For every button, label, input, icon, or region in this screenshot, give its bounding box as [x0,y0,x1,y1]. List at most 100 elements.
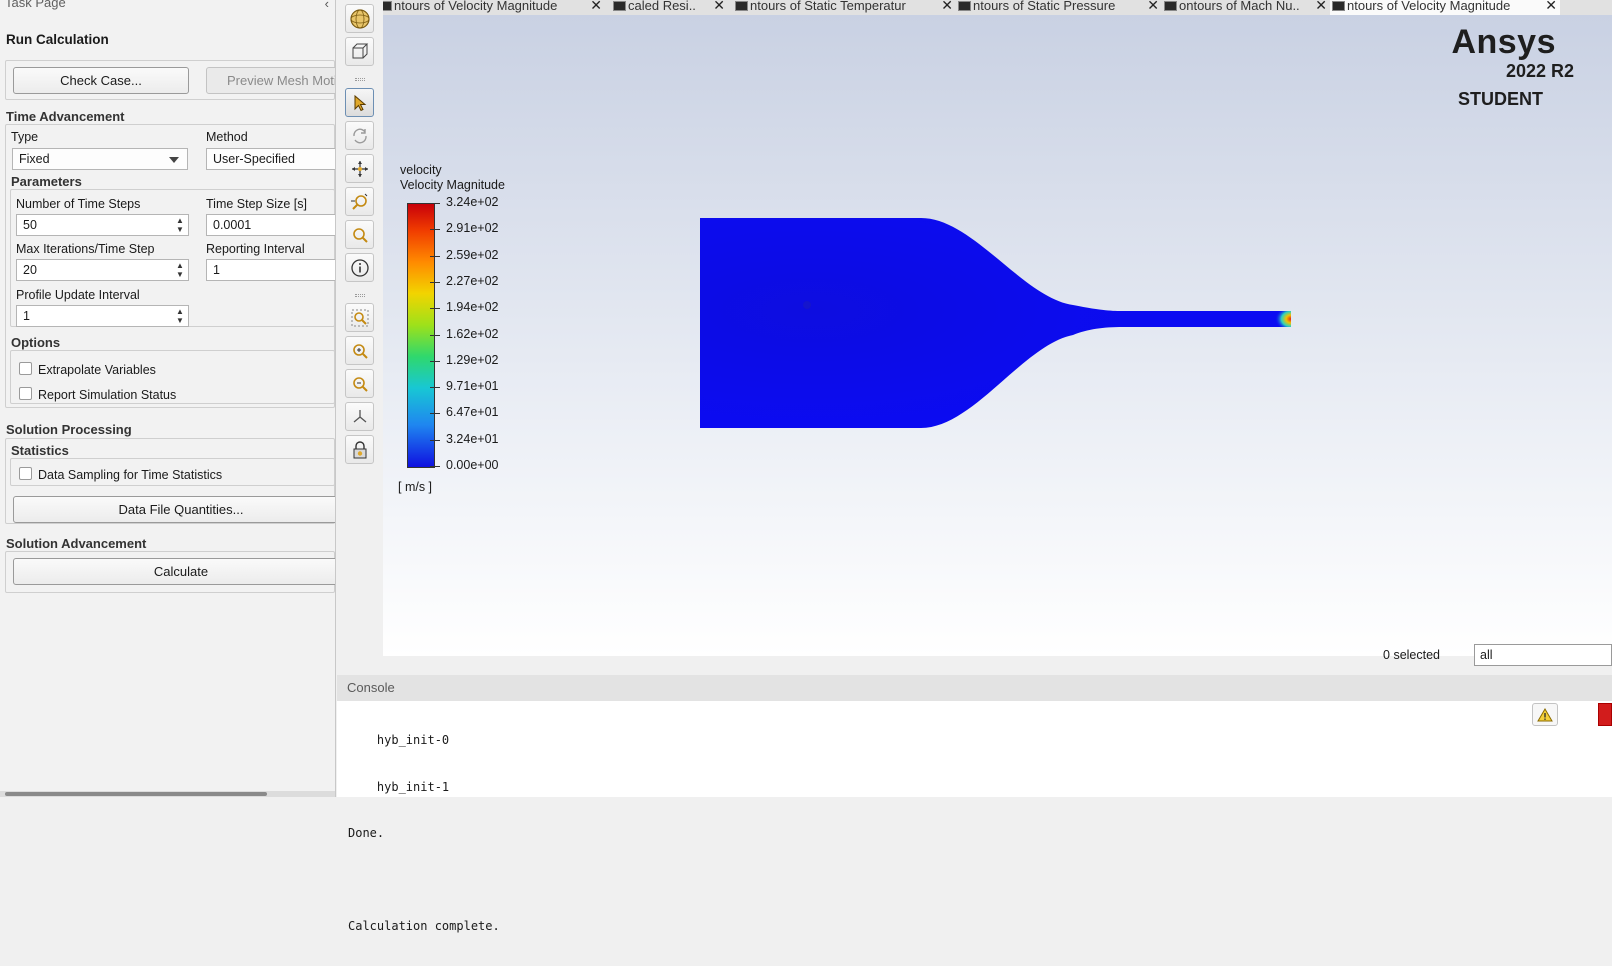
reporting-interval-input[interactable]: 1 [206,259,335,281]
close-icon[interactable]: ✕ [1147,0,1159,15]
close-icon[interactable]: ✕ [1545,0,1557,15]
max-iterations-input[interactable]: 20 ▲ ▼ [16,259,189,281]
horizontal-scrollbar[interactable] [0,791,335,797]
toolbar-grip [355,78,365,81]
data-sampling-checkbox[interactable] [19,467,32,480]
zoom-out-icon[interactable] [345,369,374,398]
tab-label: ntours of Velocity Magnitude [1347,0,1511,13]
tab-static-temperature[interactable]: ntours of Static Temperatur ✕ [733,0,956,15]
close-icon[interactable]: ✕ [1315,0,1327,15]
parameters-heading: Parameters [11,174,82,189]
pan-icon[interactable] [345,154,374,183]
check-case-button[interactable]: Check Case... [13,67,189,94]
task-page-panel: Task Page ‹ Run Calculation Check Case..… [0,0,336,797]
time-step-size-input[interactable]: 0.0001 [206,214,335,236]
contour-icon [735,1,748,11]
type-dropdown[interactable]: Fixed [12,148,188,170]
zoom-in-icon[interactable] [345,336,374,365]
calculate-button[interactable]: Calculate [13,558,335,585]
profile-update-value: 1 [23,309,30,323]
num-time-steps-input[interactable]: 50 ▲ ▼ [16,214,189,236]
console-line: Done. [348,826,385,840]
outlet-hot-zone [1271,311,1291,327]
report-simulation-status-label: Report Simulation Status [38,388,177,402]
cube-view-icon[interactable] [345,37,374,66]
selection-count: 0 selected [1383,648,1440,662]
data-sampling-label: Data Sampling for Time Statistics [38,468,223,482]
num-time-steps-label: Number of Time Steps [16,197,141,211]
tab-scaled-residuals[interactable]: caled Resi.. ✕ [611,0,728,15]
console-line: Calculation complete. [348,919,500,933]
warning-icon[interactable] [1532,703,1558,726]
profile-update-spinner[interactable]: ▲ ▼ [175,307,185,325]
preview-mesh-motion-button[interactable]: Preview Mesh Moti [206,67,335,94]
time-step-size-label: Time Step Size [s] [206,197,307,211]
zoom-fit-icon[interactable] [345,303,374,332]
close-icon[interactable]: ✕ [941,0,953,15]
page-title: Run Calculation [6,32,109,47]
time-step-size-value: 0.0001 [213,218,252,232]
info-icon[interactable] [345,253,374,282]
max-iterations-spinner[interactable]: ▲ ▼ [175,261,185,279]
contour-icon [1164,1,1177,11]
report-simulation-status-checkbox[interactable] [19,387,32,400]
graphics-toolbar [337,0,383,675]
console-line: hyb_init-1 [348,779,450,794]
method-dropdown[interactable]: User-Specified [206,148,335,170]
tab-mach-number[interactable]: ontours of Mach Nu.. ✕ [1162,0,1330,15]
max-iterations-value: 20 [23,263,37,277]
tab-velocity-magnitude-2[interactable]: ntours of Velocity Magnitude ✕ [1330,0,1560,15]
tab-label: ntours of Static Temperatur [750,0,906,13]
axes-icon[interactable] [345,402,374,431]
zoom-icon[interactable] [345,187,374,216]
extrapolate-variables-label: Extrapolate Variables [38,363,156,377]
graphics-tab-bar: ntours of Velocity Magnitude ✕ caled Res… [383,0,1612,15]
reporting-interval-value: 1 [213,263,220,277]
num-time-steps-spinner[interactable]: ▲ ▼ [175,216,185,234]
nozzle-body [700,218,1291,428]
close-icon[interactable]: ✕ [590,0,602,15]
type-dropdown-value: Fixed [19,152,50,166]
pointer-icon[interactable] [345,88,374,117]
inlet-low-velocity-spot [803,301,811,309]
profile-update-input[interactable]: 1 ▲ ▼ [16,305,189,327]
error-indicator-icon[interactable] [1598,703,1612,726]
contour-icon [613,1,626,11]
solution-advancement-heading: Solution Advancement [6,536,147,551]
options-heading: Options [11,335,61,350]
toolbar-grip [355,294,365,297]
extrapolate-variables-checkbox[interactable] [19,362,32,375]
solution-processing-heading: Solution Processing [6,422,132,437]
console-output[interactable]: hyb_init-0 hyb_init-1 Done. ​ Calculatio… [348,702,500,966]
sphere-icon[interactable] [345,4,374,33]
tab-velocity-magnitude-1[interactable]: ntours of Velocity Magnitude ✕ [383,0,605,15]
max-iterations-label: Max Iterations/Time Step [16,242,155,256]
rotate-icon[interactable] [345,121,374,150]
console-line: hyb_init-0 [348,733,450,747]
tab-label: ontours of Mach Nu.. [1179,0,1300,13]
console-panel: Console hyb_init-0 hyb_init-1 Done. ​ Ca… [337,675,1612,933]
tab-label: caled Resi.. [628,0,696,13]
lock-icon[interactable] [345,435,374,464]
reporting-interval-label: Reporting Interval [206,242,305,256]
data-file-quantities-button[interactable]: Data File Quantities... [13,496,335,523]
magnify-icon[interactable] [345,220,374,249]
tab-static-pressure[interactable]: ntours of Static Pressure ✕ [956,0,1162,15]
console-line: ​ [348,873,500,889]
collapse-icon[interactable]: ‹ [325,0,329,11]
type-label: Type [11,130,39,144]
method-label: Method [206,130,248,144]
contour-icon [958,1,971,11]
nozzle-contour-plot [700,218,1291,428]
statistics-heading: Statistics [11,443,69,458]
selection-filter-input[interactable]: all [1474,644,1612,666]
console-heading: Console [337,675,1612,701]
chevron-down-icon [169,157,179,163]
tab-label: ntours of Velocity Magnitude [394,0,558,13]
close-icon[interactable]: ✕ [713,0,725,15]
graphics-window[interactable]: Ansys 2022 R2 STUDENT velocity Velocity … [383,15,1612,666]
profile-update-label: Profile Update Interval [16,288,140,302]
scrollbar-thumb[interactable] [5,792,267,796]
method-dropdown-value: User-Specified [213,152,295,166]
contour-icon [1332,1,1345,11]
